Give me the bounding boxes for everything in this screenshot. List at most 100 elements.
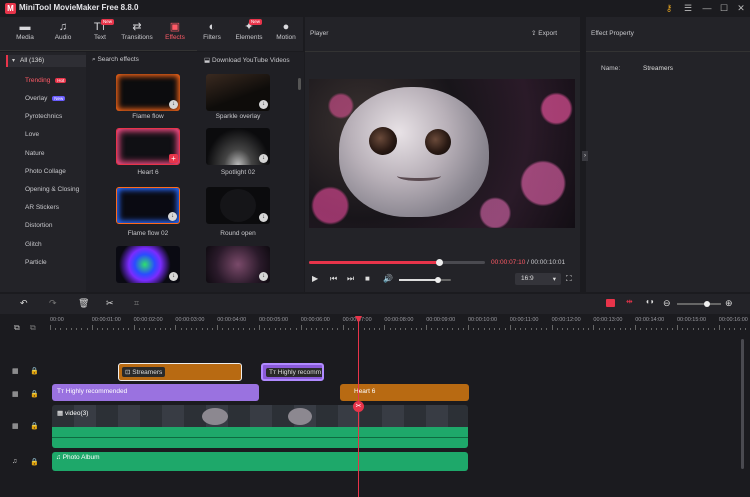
- effect-thumb-flame-flow-02[interactable]: ↓: [116, 187, 180, 224]
- export-button[interactable]: ⇪ Export: [531, 29, 557, 37]
- category-particle[interactable]: Particle: [25, 259, 47, 266]
- tab-audio[interactable]: ♫ Audio: [46, 17, 80, 51]
- progress-handle[interactable]: [436, 259, 444, 266]
- effect-clip-heart-6[interactable]: Heart 6: [340, 384, 469, 401]
- aspect-ratio-select[interactable]: 16:9 ▾: [515, 273, 561, 285]
- category-all[interactable]: ▾ All (136): [6, 55, 86, 67]
- audio-clip-photo-album[interactable]: ♫ Photo Album: [52, 452, 468, 471]
- ruler-tick: [624, 328, 626, 330]
- collapse-handle[interactable]: ›: [582, 151, 588, 161]
- lock-icon[interactable]: 🔒: [30, 390, 39, 398]
- category-pyrotechnics[interactable]: Pyrotechnics: [25, 113, 62, 120]
- category-trending[interactable]: Trending Hot: [25, 77, 67, 84]
- ruler-tick: [342, 325, 344, 330]
- category-nature[interactable]: Nature: [25, 150, 45, 157]
- grid-scrollbar[interactable]: [298, 78, 301, 90]
- ruler-tick: [671, 328, 673, 330]
- search-effects[interactable]: ⌕ Search effects: [92, 56, 139, 64]
- volume-icon[interactable]: 🔊: [383, 274, 393, 283]
- audio-wave-icon[interactable]: ◖◗: [645, 297, 655, 306]
- tab-elements[interactable]: ✦ Elements New: [231, 17, 267, 51]
- timeline-toolbar: ↶ ↷ 🗑 ✂ ⌗ ⇹ ◖◗ ⊖ ⊕: [0, 294, 750, 314]
- category-distortion[interactable]: Distortion: [25, 222, 52, 229]
- download-icon[interactable]: ↓: [169, 100, 178, 109]
- tab-effects[interactable]: ▣ Effects: [158, 17, 192, 51]
- effect-clip-streamers[interactable]: ⊡ Streamers: [118, 363, 242, 381]
- ruler-tick: [629, 328, 631, 330]
- category-opening-closing[interactable]: Opening & Closing: [25, 186, 79, 193]
- lock-icon[interactable]: 🔒: [30, 422, 39, 430]
- crop-icon[interactable]: ⌗: [134, 298, 139, 309]
- tab-filters[interactable]: ◐ Filters: [197, 17, 227, 51]
- effect-thumb-heart-6[interactable]: +: [116, 128, 180, 165]
- download-icon[interactable]: ↓: [259, 213, 268, 222]
- tab-text[interactable]: TT Text New: [83, 17, 117, 51]
- download-icon[interactable]: ↓: [168, 212, 177, 221]
- zoom-slider[interactable]: [677, 301, 721, 307]
- download-youtube-link[interactable]: ⬓ Download YouTube Videos: [204, 56, 290, 64]
- playback-progress[interactable]: [309, 259, 485, 266]
- split-icon[interactable]: ✂: [106, 298, 114, 309]
- volume-slider[interactable]: [399, 277, 451, 283]
- effect-thumb-sparkle-overlay[interactable]: ↓: [206, 74, 270, 111]
- ruler-tick-label: 00:00:02:00: [133, 317, 163, 323]
- category-love[interactable]: Love: [25, 131, 39, 138]
- category-photo-collage[interactable]: Photo Collage: [25, 168, 66, 175]
- effect-thumb-round-open[interactable]: ↓: [206, 187, 270, 224]
- effect-thumb-light-leak[interactable]: ↓: [116, 246, 180, 283]
- effect-thumb-flame-flow[interactable]: ↓: [116, 74, 180, 111]
- maximize-button[interactable]: ☐: [717, 2, 731, 14]
- video-preview[interactable]: [309, 79, 575, 228]
- snap-icon[interactable]: ⇹: [626, 297, 633, 306]
- circle-shape: [220, 189, 256, 222]
- add-track-icon[interactable]: ⧉: [14, 323, 20, 333]
- volume-handle[interactable]: [435, 277, 441, 283]
- download-icon[interactable]: ↓: [259, 154, 268, 163]
- ruler-tick: [494, 328, 496, 330]
- timeline-scrollbar[interactable]: [741, 339, 744, 469]
- ruler-tick: [734, 328, 736, 330]
- tab-transitions[interactable]: ⇄ Transitions: [117, 17, 157, 51]
- download-icon[interactable]: ↓: [169, 272, 178, 281]
- play-button[interactable]: ▶: [312, 274, 318, 283]
- track-settings-icon[interactable]: [606, 299, 615, 307]
- undo-icon[interactable]: ↶: [20, 298, 28, 309]
- ruler-tick: [384, 325, 386, 330]
- effect-thumb-particle-glow[interactable]: ↓: [206, 246, 270, 283]
- search-icon: ⌕: [92, 56, 96, 63]
- lock-icon[interactable]: 🔒: [30, 367, 39, 375]
- text-clip-highly-recommended[interactable]: Tт Highly recommended: [52, 384, 259, 401]
- next-frame-button[interactable]: ⏭: [347, 274, 354, 284]
- tab-media[interactable]: ▬ Media: [8, 17, 42, 51]
- ruler-tick: [55, 328, 57, 330]
- time-ruler[interactable]: 00:00 00:00:01:00 00:00:02:00 00:00:03:00 00…: [50, 317, 748, 337]
- category-overlay[interactable]: Overlay New: [25, 95, 66, 102]
- fullscreen-icon[interactable]: ⛶: [566, 274, 572, 284]
- add-icon[interactable]: +: [169, 154, 178, 163]
- zoom-in-icon[interactable]: ⊕: [725, 298, 733, 309]
- redo-icon[interactable]: ↷: [49, 298, 57, 309]
- zoom-handle[interactable]: [704, 301, 710, 307]
- copy-track-icon[interactable]: ⧉: [30, 323, 36, 333]
- key-icon[interactable]: ⚷: [662, 2, 676, 14]
- text-clip[interactable]: Tт Highly recomm: [261, 363, 324, 381]
- download-icon[interactable]: ↓: [259, 100, 268, 109]
- minimize-button[interactable]: —: [700, 2, 714, 14]
- zoom-out-icon[interactable]: ⊖: [663, 298, 671, 309]
- delete-icon[interactable]: 🗑: [78, 298, 89, 309]
- download-icon[interactable]: ↓: [259, 272, 268, 281]
- ruler-tick: [180, 328, 182, 330]
- effect-thumb-spotlight-02[interactable]: ↓: [206, 128, 270, 165]
- category-glitch[interactable]: Glitch: [25, 241, 42, 248]
- ruler-tick: [128, 328, 130, 330]
- video-clip[interactable]: ▦ video(3): [52, 405, 468, 448]
- lock-icon[interactable]: 🔒: [30, 458, 39, 466]
- tab-motion[interactable]: ● Motion: [269, 17, 303, 51]
- previous-frame-button[interactable]: ⏮: [330, 274, 337, 284]
- split-icon[interactable]: ✂: [353, 401, 364, 412]
- stop-button[interactable]: ■: [365, 274, 370, 283]
- ruler-tick: [478, 328, 480, 330]
- category-ar-stickers[interactable]: AR Stickers: [25, 204, 59, 211]
- menu-icon[interactable]: ☰: [681, 2, 695, 14]
- close-button[interactable]: ✕: [734, 2, 748, 14]
